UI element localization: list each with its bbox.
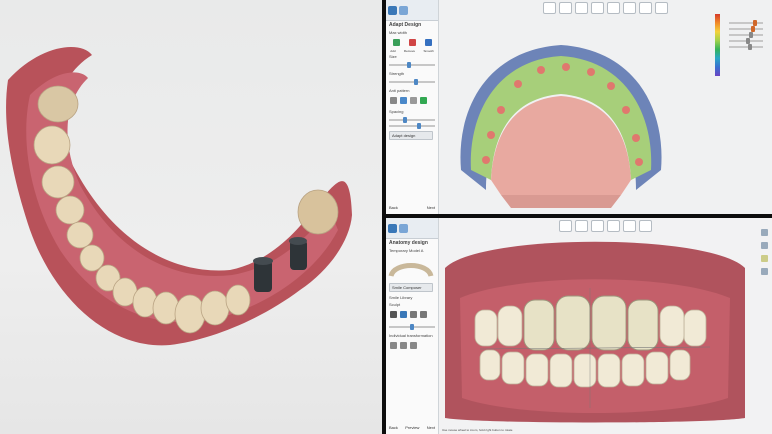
transform-scale-icon[interactable] [410,342,418,349]
sculpt-tool-icon[interactable] [390,311,397,318]
smooth-tool-label: Smooth [423,49,434,53]
right-slider-4[interactable] [729,38,763,44]
anti-pattern-label: Anti pattern [389,88,410,93]
grid-icon[interactable] [761,268,768,275]
sculpt-label: Sculpt [389,302,401,307]
model-icon[interactable] [638,2,652,14]
pattern-icon[interactable] [390,97,397,104]
max-width-label: Max width [389,30,408,35]
smile-design-model [445,241,745,423]
adapt-design-panel: Adapt Design Max width Add Remove Smooth… [386,0,439,214]
right-slider-3[interactable] [729,32,763,38]
smile-composer-button[interactable]: Smile Composer [389,283,433,292]
next-button[interactable]: Next [427,425,435,430]
sculpt-slider[interactable] [389,324,435,330]
offset-slider[interactable] [389,123,435,129]
anatomy-design-panel: Anatomy design Temporary Model A Smile C… [386,218,439,434]
spacing-label: Spacing [389,109,404,114]
panel-toolbar [386,218,438,239]
size-slider[interactable] [389,62,435,68]
temporary-model-label: Temporary Model A [389,248,424,253]
right-slider-stack [726,18,766,52]
strength-slider[interactable] [389,79,435,85]
adapt-design-dropdown[interactable]: Adapt design [389,131,433,140]
layer-icon[interactable] [761,229,768,236]
panel-title: Anatomy design [389,240,428,246]
view-side-icon[interactable] [574,2,588,14]
move-icon[interactable] [410,97,418,104]
visibility-icon[interactable] [761,242,768,249]
right-slider-1[interactable] [729,20,763,26]
back-button[interactable]: Back [389,425,398,430]
lower-arch-scan [6,47,353,346]
add-tool-label: Add [390,49,396,53]
transform-move-icon[interactable] [390,342,397,349]
scan-viewport-left[interactable] [0,0,382,434]
top-toolbar [438,0,772,16]
panel-toolbar [386,0,438,21]
add-icon[interactable] [392,39,400,46]
measure-icon[interactable] [606,2,620,14]
view-top-icon[interactable] [558,2,572,14]
smile-library-label: Smile Library [389,295,413,300]
apply-icon[interactable] [420,97,428,104]
adapt-design-window: Adapt Design Max width Add Remove Smooth… [386,0,772,214]
home-icon[interactable] [388,5,397,15]
individual-transformation-label: Individual transformation [389,333,433,338]
upper-arch-model [460,45,662,208]
transform-rotate-icon[interactable] [400,342,408,349]
anatomy-design-window: Anatomy design Temporary Model A Smile C… [386,218,772,434]
distance-color-scale [715,14,720,76]
home-icon[interactable] [388,223,397,233]
camera-icon[interactable] [654,2,668,14]
smooth-icon[interactable] [424,39,432,46]
remove-tool-label: Remove [403,49,416,53]
rotate-tool-icon[interactable] [420,311,428,318]
color-icon[interactable] [761,255,768,262]
status-bar: Use mouse wheel to zoom, hold right butt… [442,428,513,432]
panel-title: Adapt Design [389,22,422,28]
right-slider-2[interactable] [729,26,763,32]
view-front-icon[interactable] [542,2,556,14]
right-icon-strip [760,228,768,276]
tooth-library-preview [388,263,434,278]
settings-icon[interactable] [399,5,408,15]
size-label: Size [389,54,397,59]
right-slider-5[interactable] [729,44,763,50]
settings-icon[interactable] [399,223,408,233]
spacing-slider[interactable] [389,117,435,123]
next-button[interactable]: Next [427,205,435,210]
remove-icon[interactable] [408,39,416,46]
section-icon[interactable] [622,2,636,14]
back-button[interactable]: Back [389,205,398,210]
preview-button[interactable]: Preview [405,425,419,430]
transparency-icon[interactable] [590,2,604,14]
morph-tool-icon[interactable] [400,311,408,318]
scale-tool-icon[interactable] [410,311,418,318]
strength-label: Strength [389,71,405,76]
brush-icon[interactable] [400,97,408,104]
